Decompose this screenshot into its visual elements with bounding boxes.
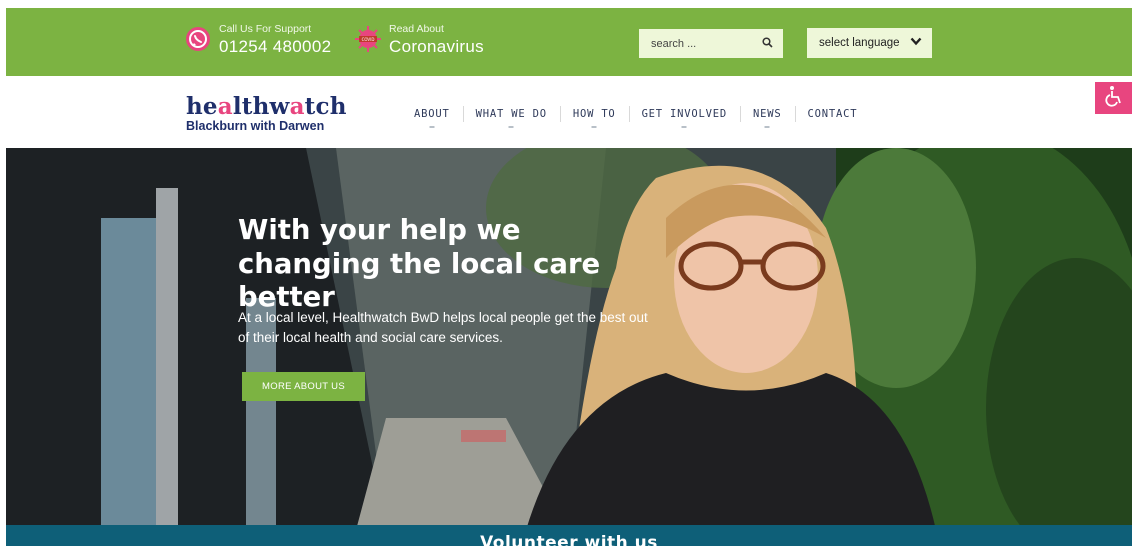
wheelchair-icon	[1104, 85, 1124, 112]
support-phone[interactable]: 01254 480002	[219, 38, 331, 55]
site-logo[interactable]: healthwatch Blackburn with Darwen	[186, 95, 347, 133]
nav-contact[interactable]: CONTACT	[794, 106, 871, 122]
nav-how-to[interactable]: HOW TO	[559, 106, 629, 128]
volunteer-label: Volunteer with us	[480, 533, 658, 546]
accessibility-button[interactable]	[1095, 82, 1132, 114]
logo-wordmark: healthwatch	[186, 93, 347, 120]
support-label: Call Us For Support	[219, 23, 312, 35]
svg-text:COVID: COVID	[362, 37, 375, 42]
logo-subtitle: Blackburn with Darwen	[186, 119, 325, 133]
nav-about[interactable]: ABOUT	[401, 108, 463, 128]
search-input[interactable]: search ...	[639, 29, 783, 58]
corona-title: Coronavirus	[389, 36, 484, 56]
coronavirus-link[interactable]: COVID Read About Coronavirus	[354, 24, 484, 55]
hero-title: With your help we changing the local car…	[238, 214, 601, 314]
volunteer-banner[interactable]: Volunteer with us	[6, 525, 1132, 546]
hero-description: At a local level, Healthwatch BwD helps …	[238, 310, 648, 345]
nav-news[interactable]: NEWS	[740, 106, 795, 128]
phone-icon	[184, 25, 212, 53]
nav-what-we-do[interactable]: WHAT WE DO	[462, 106, 560, 128]
support-contact[interactable]: Call Us For Support 01254 480002	[184, 24, 331, 55]
search-icon[interactable]	[762, 36, 773, 51]
more-about-us-button[interactable]: MORE ABOUT US	[242, 372, 365, 401]
nav-get-involved[interactable]: GET INVOLVED	[628, 106, 740, 128]
language-select[interactable]: select language	[807, 28, 932, 58]
top-bar: Call Us For Support 01254 480002 COVID R…	[6, 8, 1132, 76]
search-placeholder: search ...	[651, 37, 697, 50]
language-label: select language	[819, 37, 900, 49]
main-nav: ABOUT WHAT WE DO HOW TO GET INVOLVED NEW…	[401, 106, 871, 128]
hero-banner: With your help we changing the local car…	[6, 148, 1132, 530]
corona-label: Read About	[389, 23, 444, 35]
chevron-down-icon	[910, 37, 922, 49]
coronavirus-icon: COVID	[354, 25, 382, 53]
